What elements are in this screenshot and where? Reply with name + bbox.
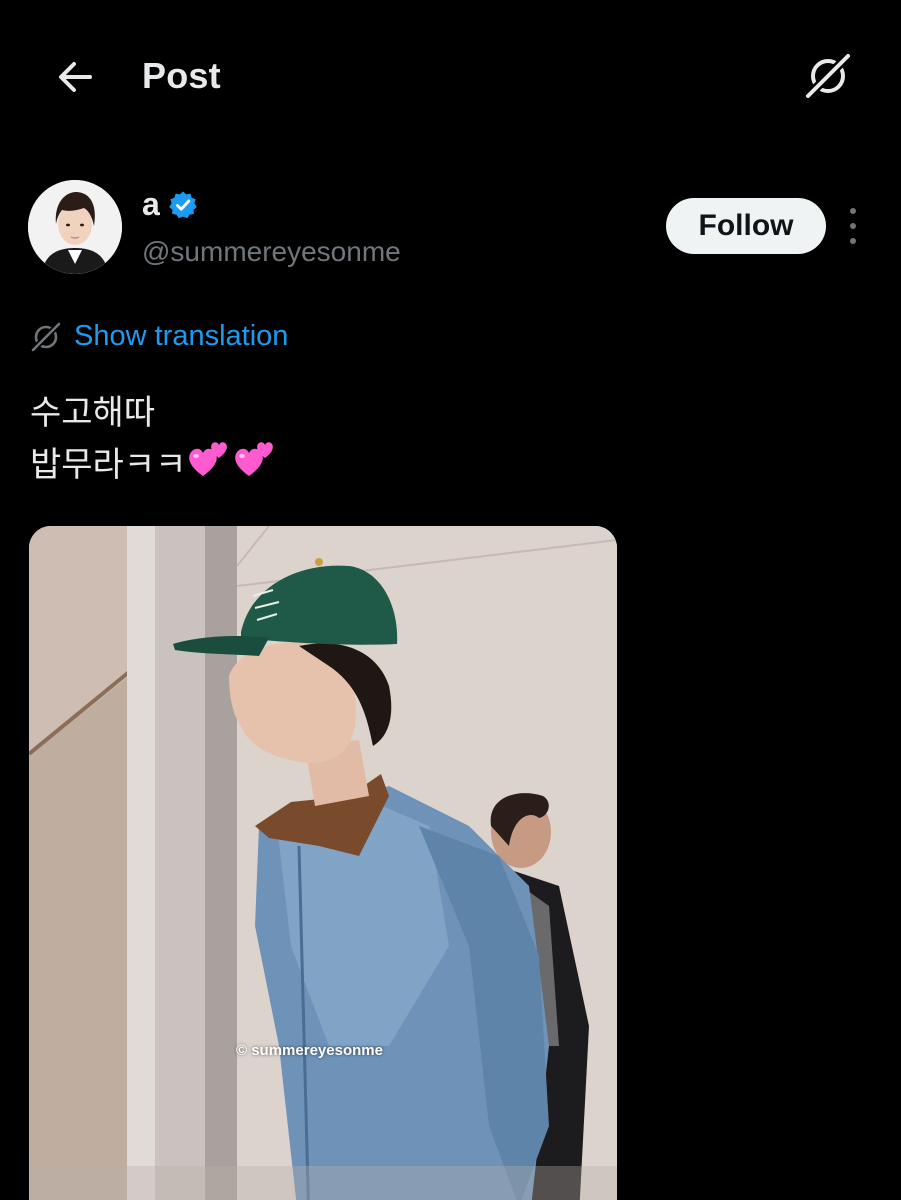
- author-handle[interactable]: @summereyesonme: [142, 236, 401, 268]
- more-dot-icon: [850, 223, 856, 229]
- verified-badge-icon: [168, 191, 197, 218]
- two-hearts-emoji-icon: [189, 442, 228, 476]
- post-text-line-2: 밥무라ㅋㅋ: [30, 436, 278, 488]
- top-bar: Post: [0, 0, 901, 150]
- post-page: Post a @summereyesonme Follow Show trans…: [0, 0, 901, 1200]
- more-options-button[interactable]: [838, 208, 868, 244]
- arrow-left-icon: [59, 62, 92, 92]
- follow-button[interactable]: Follow: [666, 198, 826, 254]
- photo-scene: [29, 526, 617, 1200]
- author-name-row[interactable]: a: [142, 186, 198, 223]
- avatar[interactable]: [28, 180, 122, 274]
- page-title: Post: [142, 55, 221, 96]
- grok-icon: [804, 52, 852, 100]
- more-dot-icon: [850, 238, 856, 244]
- grok-button[interactable]: [800, 48, 856, 104]
- post-text-line-2-text: 밥무라ㅋㅋ: [30, 445, 187, 485]
- avatar-image: [28, 180, 122, 274]
- back-button[interactable]: [52, 54, 98, 100]
- grok-translate-icon: [30, 321, 62, 352]
- two-hearts-emoji-icon: [235, 442, 274, 476]
- more-dot-icon: [850, 208, 856, 214]
- media-watermark: © summereyesonme: [236, 1042, 383, 1059]
- post-text-line-1: 수고해따: [30, 393, 156, 433]
- post-text: 수고해따 밥무라ㅋㅋ: [30, 390, 278, 488]
- show-translation-label: Show translation: [74, 320, 289, 352]
- show-translation-link[interactable]: Show translation: [30, 320, 288, 353]
- author-display-name: a: [142, 186, 160, 222]
- post-media-image[interactable]: © summereyesonme: [29, 526, 617, 1200]
